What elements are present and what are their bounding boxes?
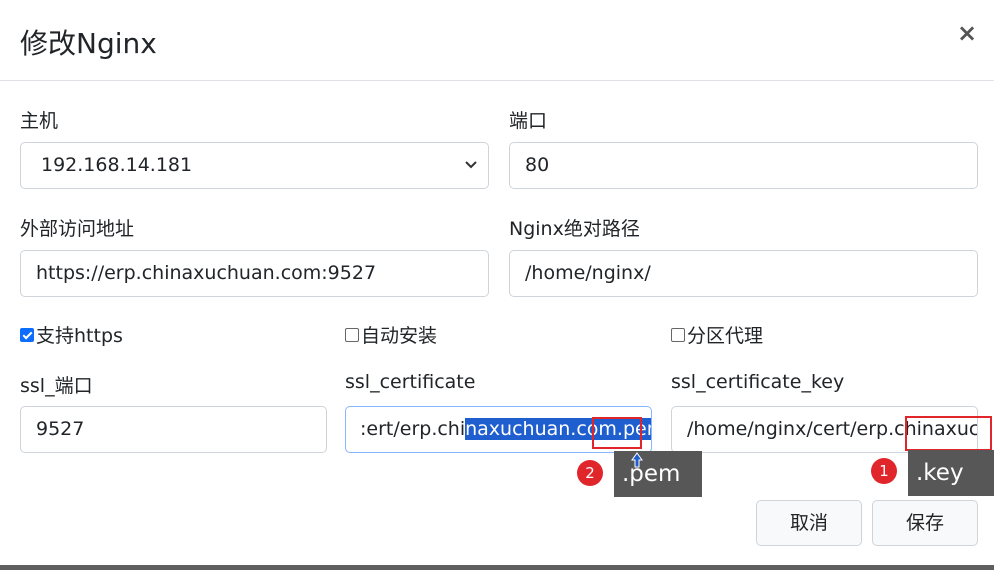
annotation-highlight-key (905, 416, 992, 451)
annotation-highlight-pem (592, 417, 642, 449)
ssl-port-input[interactable]: 9527 (20, 406, 327, 453)
partition-proxy-checkbox-row[interactable]: 分区代理 (671, 321, 763, 348)
pointer-cursor-icon (631, 452, 643, 468)
annotation-tooltip-key: .key (908, 450, 994, 496)
port-label: 端口 (509, 110, 548, 132)
save-button[interactable]: 保存 (872, 500, 978, 546)
partition-proxy-checkbox-label: 分区代理 (687, 325, 764, 347)
nginx-path-input[interactable]: /home/nginx/ (509, 250, 978, 297)
external-url-input[interactable]: https://erp.chinaxuchuan.com:9527 (20, 250, 489, 297)
host-label: 主机 (20, 110, 59, 132)
annotation-tooltip-pem: .pem (614, 451, 702, 497)
dialog-header: 修改Nginx × (0, 0, 994, 81)
auto-install-checkbox[interactable] (345, 327, 359, 342)
ssl-certificate-text: :ert/erp.chi (360, 418, 466, 440)
port-input[interactable]: 80 (509, 142, 978, 189)
host-select-value: 192.168.14.181 (41, 154, 193, 176)
cancel-button[interactable]: 取消 (756, 500, 862, 546)
annotation-badge-1: 1 (871, 458, 897, 484)
https-checkbox-label: 支持https (36, 325, 123, 347)
ssl-port-label: ssl_端口 (20, 375, 93, 397)
external-url-label: 外部访问地址 (20, 218, 135, 240)
auto-install-checkbox-label: 自动安装 (361, 325, 438, 347)
host-select[interactable]: 192.168.14.181 (20, 142, 489, 189)
annotation-badge-2: 2 (577, 460, 603, 486)
dialog-title: 修改Nginx (20, 27, 157, 60)
close-icon[interactable]: × (955, 18, 979, 48)
backdrop-edge (0, 565, 994, 570)
auto-install-checkbox-row[interactable]: 自动安装 (345, 321, 437, 348)
edit-nginx-dialog: 修改Nginx × 主机 192.168.14.181 端口 80 外部访问地址… (0, 0, 994, 568)
nginx-path-label: Nginx绝对路径 (509, 218, 640, 240)
https-checkbox[interactable] (20, 327, 34, 342)
ssl-certificate-label: ssl_certificate (345, 371, 476, 393)
ssl-certificate-key-label: ssl_certificate_key (671, 371, 845, 393)
https-checkbox-row[interactable]: 支持https (20, 321, 123, 348)
chevron-down-icon (465, 161, 477, 169)
partition-proxy-checkbox[interactable] (671, 327, 685, 342)
